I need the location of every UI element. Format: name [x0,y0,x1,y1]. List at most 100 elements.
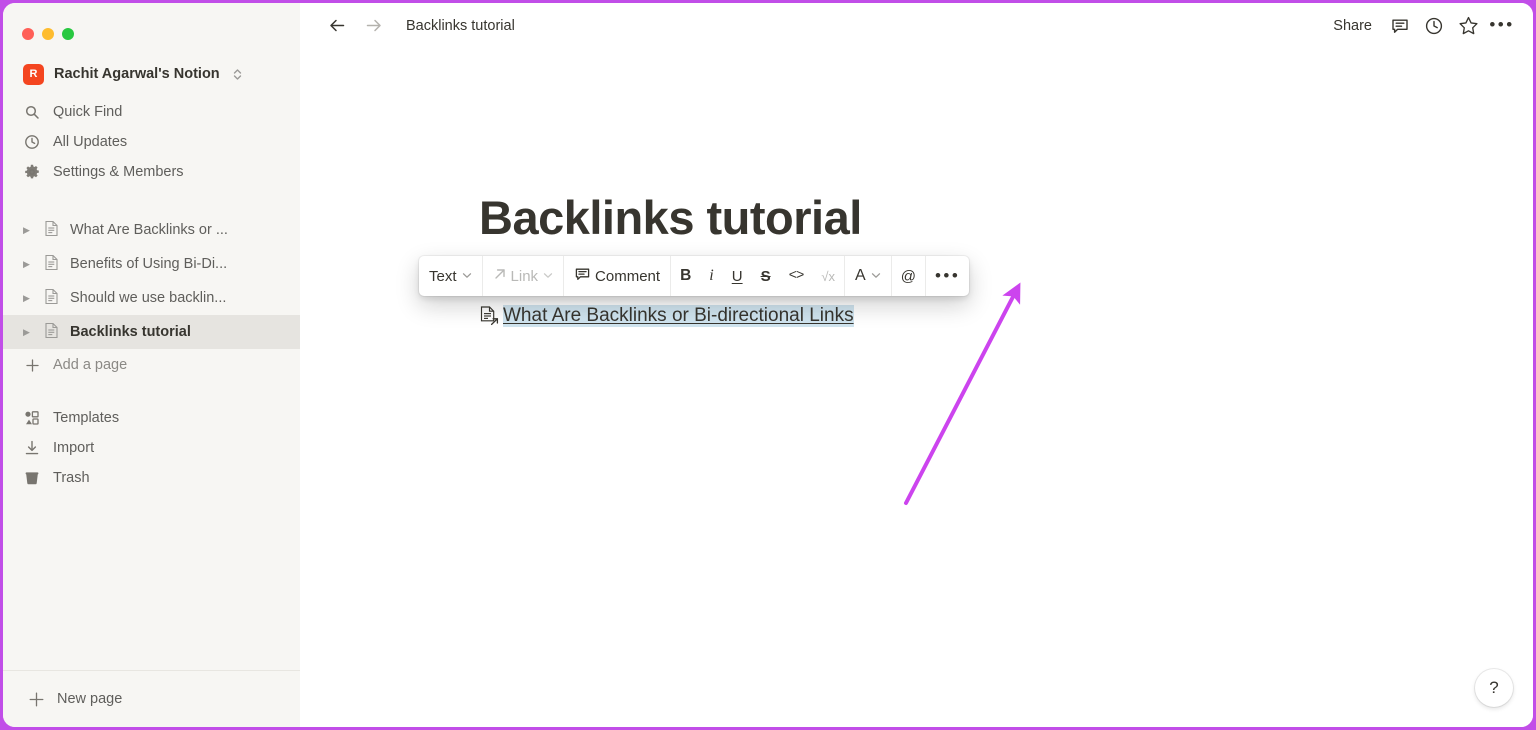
sidebar: R Rachit Agarwal's Notion Quick Find All… [3,3,300,727]
chevron-down-icon [462,271,472,281]
sidebar-item-import[interactable]: Import [11,433,292,463]
sidebar-item-label: Quick Find [53,104,123,120]
toolbar-group-mention: @ [892,256,926,296]
page-link-icon [479,305,500,327]
ellipsis-glyph: ••• [934,265,961,285]
sidebar-page-should-we-use[interactable]: ▶ Should we use backlin... [3,281,300,315]
document-block-page-link: What Are Backlinks or Bi-directional Lin… [479,305,854,327]
equation-button[interactable]: √x [812,256,844,296]
import-icon [23,439,41,457]
add-a-page-label: Add a page [53,357,128,373]
text-style-dropdown[interactable]: Text [419,256,482,296]
top-bar: Backlinks tutorial Share ••• [300,3,1533,48]
sidebar-item-label: All Updates [53,134,128,150]
sidebar-page-label: Benefits of Using Bi-Di... [70,256,228,272]
italic-button[interactable]: i [700,256,722,296]
new-page-button[interactable]: New page [3,671,300,727]
minimize-window-button[interactable] [42,27,54,40]
selected-page-link-text[interactable]: What Are Backlinks or Bi-directional Lin… [503,305,854,327]
sidebar-footer: New page [3,670,300,727]
inline-code-button[interactable]: <> [780,256,813,296]
breadcrumb[interactable]: Backlinks tutorial [400,15,521,37]
maximize-window-button[interactable] [62,27,74,40]
document-icon [44,254,61,275]
clock-icon [23,133,41,151]
link-label: Link [510,267,539,285]
comment-icon[interactable] [1385,11,1415,41]
text-color-label: A [855,267,866,284]
chevron-updown-icon [232,67,243,82]
comment-button[interactable]: Comment [564,256,670,296]
toolbar-group-comment: Comment [564,256,672,296]
page-title[interactable]: Backlinks tutorial [479,190,862,245]
plus-icon [23,356,41,374]
mention-button[interactable]: @ [892,256,925,296]
chevron-down-icon [543,271,553,281]
toolbar-group-more: ••• [926,256,969,296]
link-dropdown[interactable]: Link [483,256,564,296]
sidebar-item-label: Templates [53,410,120,426]
share-button[interactable]: Share [1324,13,1381,39]
toolbar-group-link: Link [483,256,565,296]
sidebar-item-label: Settings & Members [53,164,184,180]
strikethrough-button[interactable]: S [752,256,780,296]
toolbar-group-inline-styles: B i U S <> √x [671,256,846,296]
bold-button[interactable]: B [671,256,700,296]
search-icon [23,103,41,121]
main-area: Backlinks tutorial Share ••• Backlinks t… [300,3,1533,727]
document-icon [44,288,61,309]
app-window: R Rachit Agarwal's Notion Quick Find All… [3,3,1533,727]
templates-icon [23,409,41,427]
add-a-page-button[interactable]: Add a page [3,349,300,381]
sidebar-tools: Templates Import Trash [3,403,300,493]
sidebar-page-benefits-of-using[interactable]: ▶ Benefits of Using Bi-Di... [3,247,300,281]
sidebar-item-templates[interactable]: Templates [11,403,292,433]
back-button[interactable] [324,13,350,39]
sidebar-item-all-updates[interactable]: All Updates [11,127,292,157]
sidebar-page-backlinks-tutorial[interactable]: ▶ Backlinks tutorial [3,315,300,349]
sidebar-item-quick-find[interactable]: Quick Find [11,97,292,127]
sidebar-page-label: Backlinks tutorial [70,324,191,340]
forward-button[interactable] [360,13,386,39]
workspace-switcher[interactable]: R Rachit Agarwal's Notion [11,57,292,91]
link-arrow-icon [493,267,507,285]
expand-triangle-icon[interactable]: ▶ [23,225,35,235]
expand-triangle-icon[interactable]: ▶ [23,259,35,269]
trash-icon [23,469,41,487]
expand-triangle-icon[interactable]: ▶ [23,327,35,337]
comment-icon [574,266,591,287]
ellipsis-glyph: ••• [1489,15,1515,35]
top-bar-actions: Share ••• [1324,11,1517,41]
sidebar-page-label: What Are Backlinks or ... [70,222,228,238]
formatting-toolbar: Text Link Comment B i U S <> √x A @ ••• [419,256,970,296]
plus-icon [27,690,45,708]
document-icon [44,322,61,343]
annotation-arrow [904,282,1021,505]
expand-triangle-icon[interactable]: ▶ [23,293,35,303]
toolbar-group-color: A [845,256,892,296]
navigation-arrows [324,13,386,39]
chevron-down-icon [871,271,881,281]
underline-button[interactable]: U [723,256,752,296]
help-button[interactable]: ? [1475,669,1513,707]
sidebar-item-trash[interactable]: Trash [11,463,292,493]
more-options-icon[interactable]: ••• [1487,11,1517,41]
more-options-button[interactable]: ••• [926,256,969,296]
sidebar-nav: Quick Find All Updates Settings & Member… [3,97,300,187]
sidebar-item-label: Import [53,440,95,456]
document-icon [44,220,61,241]
close-window-button[interactable] [22,27,34,40]
favorite-star-icon[interactable] [1453,11,1483,41]
sidebar-page-label: Should we use backlin... [70,290,227,306]
sidebar-item-settings-members[interactable]: Settings & Members [11,157,292,187]
new-page-label: New page [57,691,123,707]
updates-clock-icon[interactable] [1419,11,1449,41]
text-style-label: Text [429,267,457,285]
text-color-button[interactable]: A [845,256,891,296]
toolbar-group-block: Text [419,256,483,296]
sidebar-page-what-are-backlinks[interactable]: ▶ What Are Backlinks or ... [3,213,300,247]
workspace-name: Rachit Agarwal's Notion [54,66,220,82]
gear-icon [23,163,41,181]
comment-label: Comment [595,267,661,285]
sidebar-page-list: ▶ What Are Backlinks or ... ▶ Benefits o… [3,213,300,381]
